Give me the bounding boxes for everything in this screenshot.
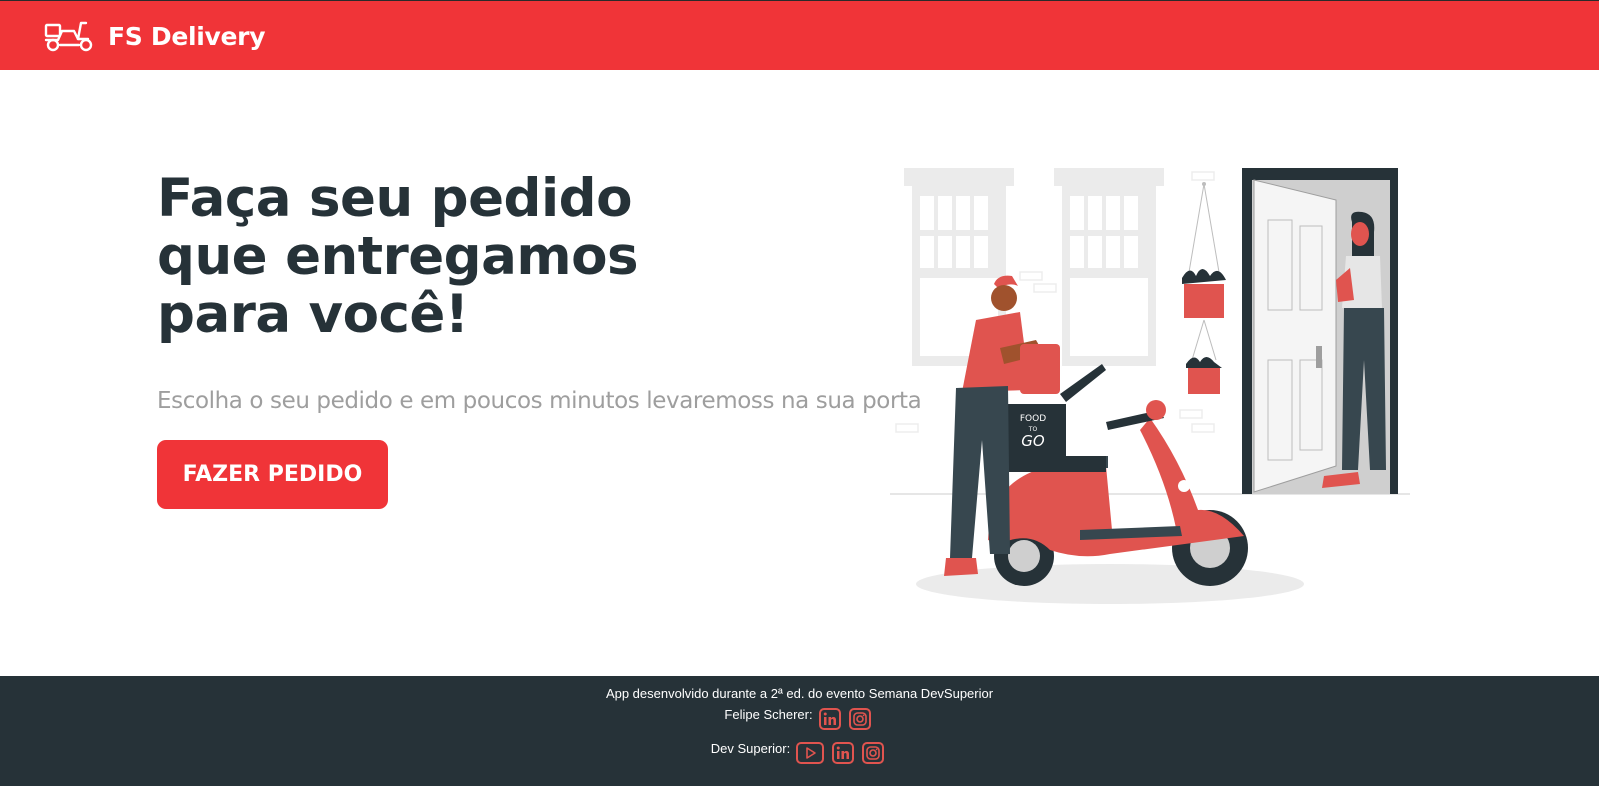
org-label: Dev Superior: — [710, 740, 791, 756]
footer: App desenvolvido durante a 2ª ed. do eve… — [0, 676, 1599, 786]
linkedin-icon[interactable] — [832, 742, 855, 764]
brand-name: FS Delivery — [108, 21, 266, 51]
brand-link[interactable]: FS Delivery — [44, 19, 266, 53]
hero-title: Faça seu pedido que entregamos para você… — [157, 168, 639, 345]
footer-credit: App desenvolvido durante a 2ª ed. do eve… — [605, 686, 994, 701]
order-button[interactable]: FAZER PEDIDO — [157, 440, 388, 509]
footer-org-row: Dev Superior: — [0, 740, 1599, 764]
scooter-icon — [44, 19, 94, 53]
food-box-line-3: GO — [1021, 432, 1045, 450]
footer-author-row: Felipe Scherer: — [0, 706, 1599, 730]
hero-subtitle: Escolha o seu pedido e em poucos minutos… — [157, 388, 922, 414]
linkedin-icon[interactable] — [818, 708, 841, 730]
author-label: Felipe Scherer: — [724, 706, 813, 722]
instagram-icon[interactable] — [848, 708, 871, 730]
window-right-icon — [1054, 168, 1164, 366]
food-box-line-1: FOOD — [1020, 414, 1046, 424]
instagram-icon[interactable] — [862, 742, 885, 764]
youtube-icon[interactable] — [796, 742, 825, 764]
delivery-illustration: FOOD TO GO — [880, 160, 1420, 615]
navbar: FS Delivery — [0, 0, 1599, 70]
hanging-plant-icon — [1182, 182, 1226, 394]
